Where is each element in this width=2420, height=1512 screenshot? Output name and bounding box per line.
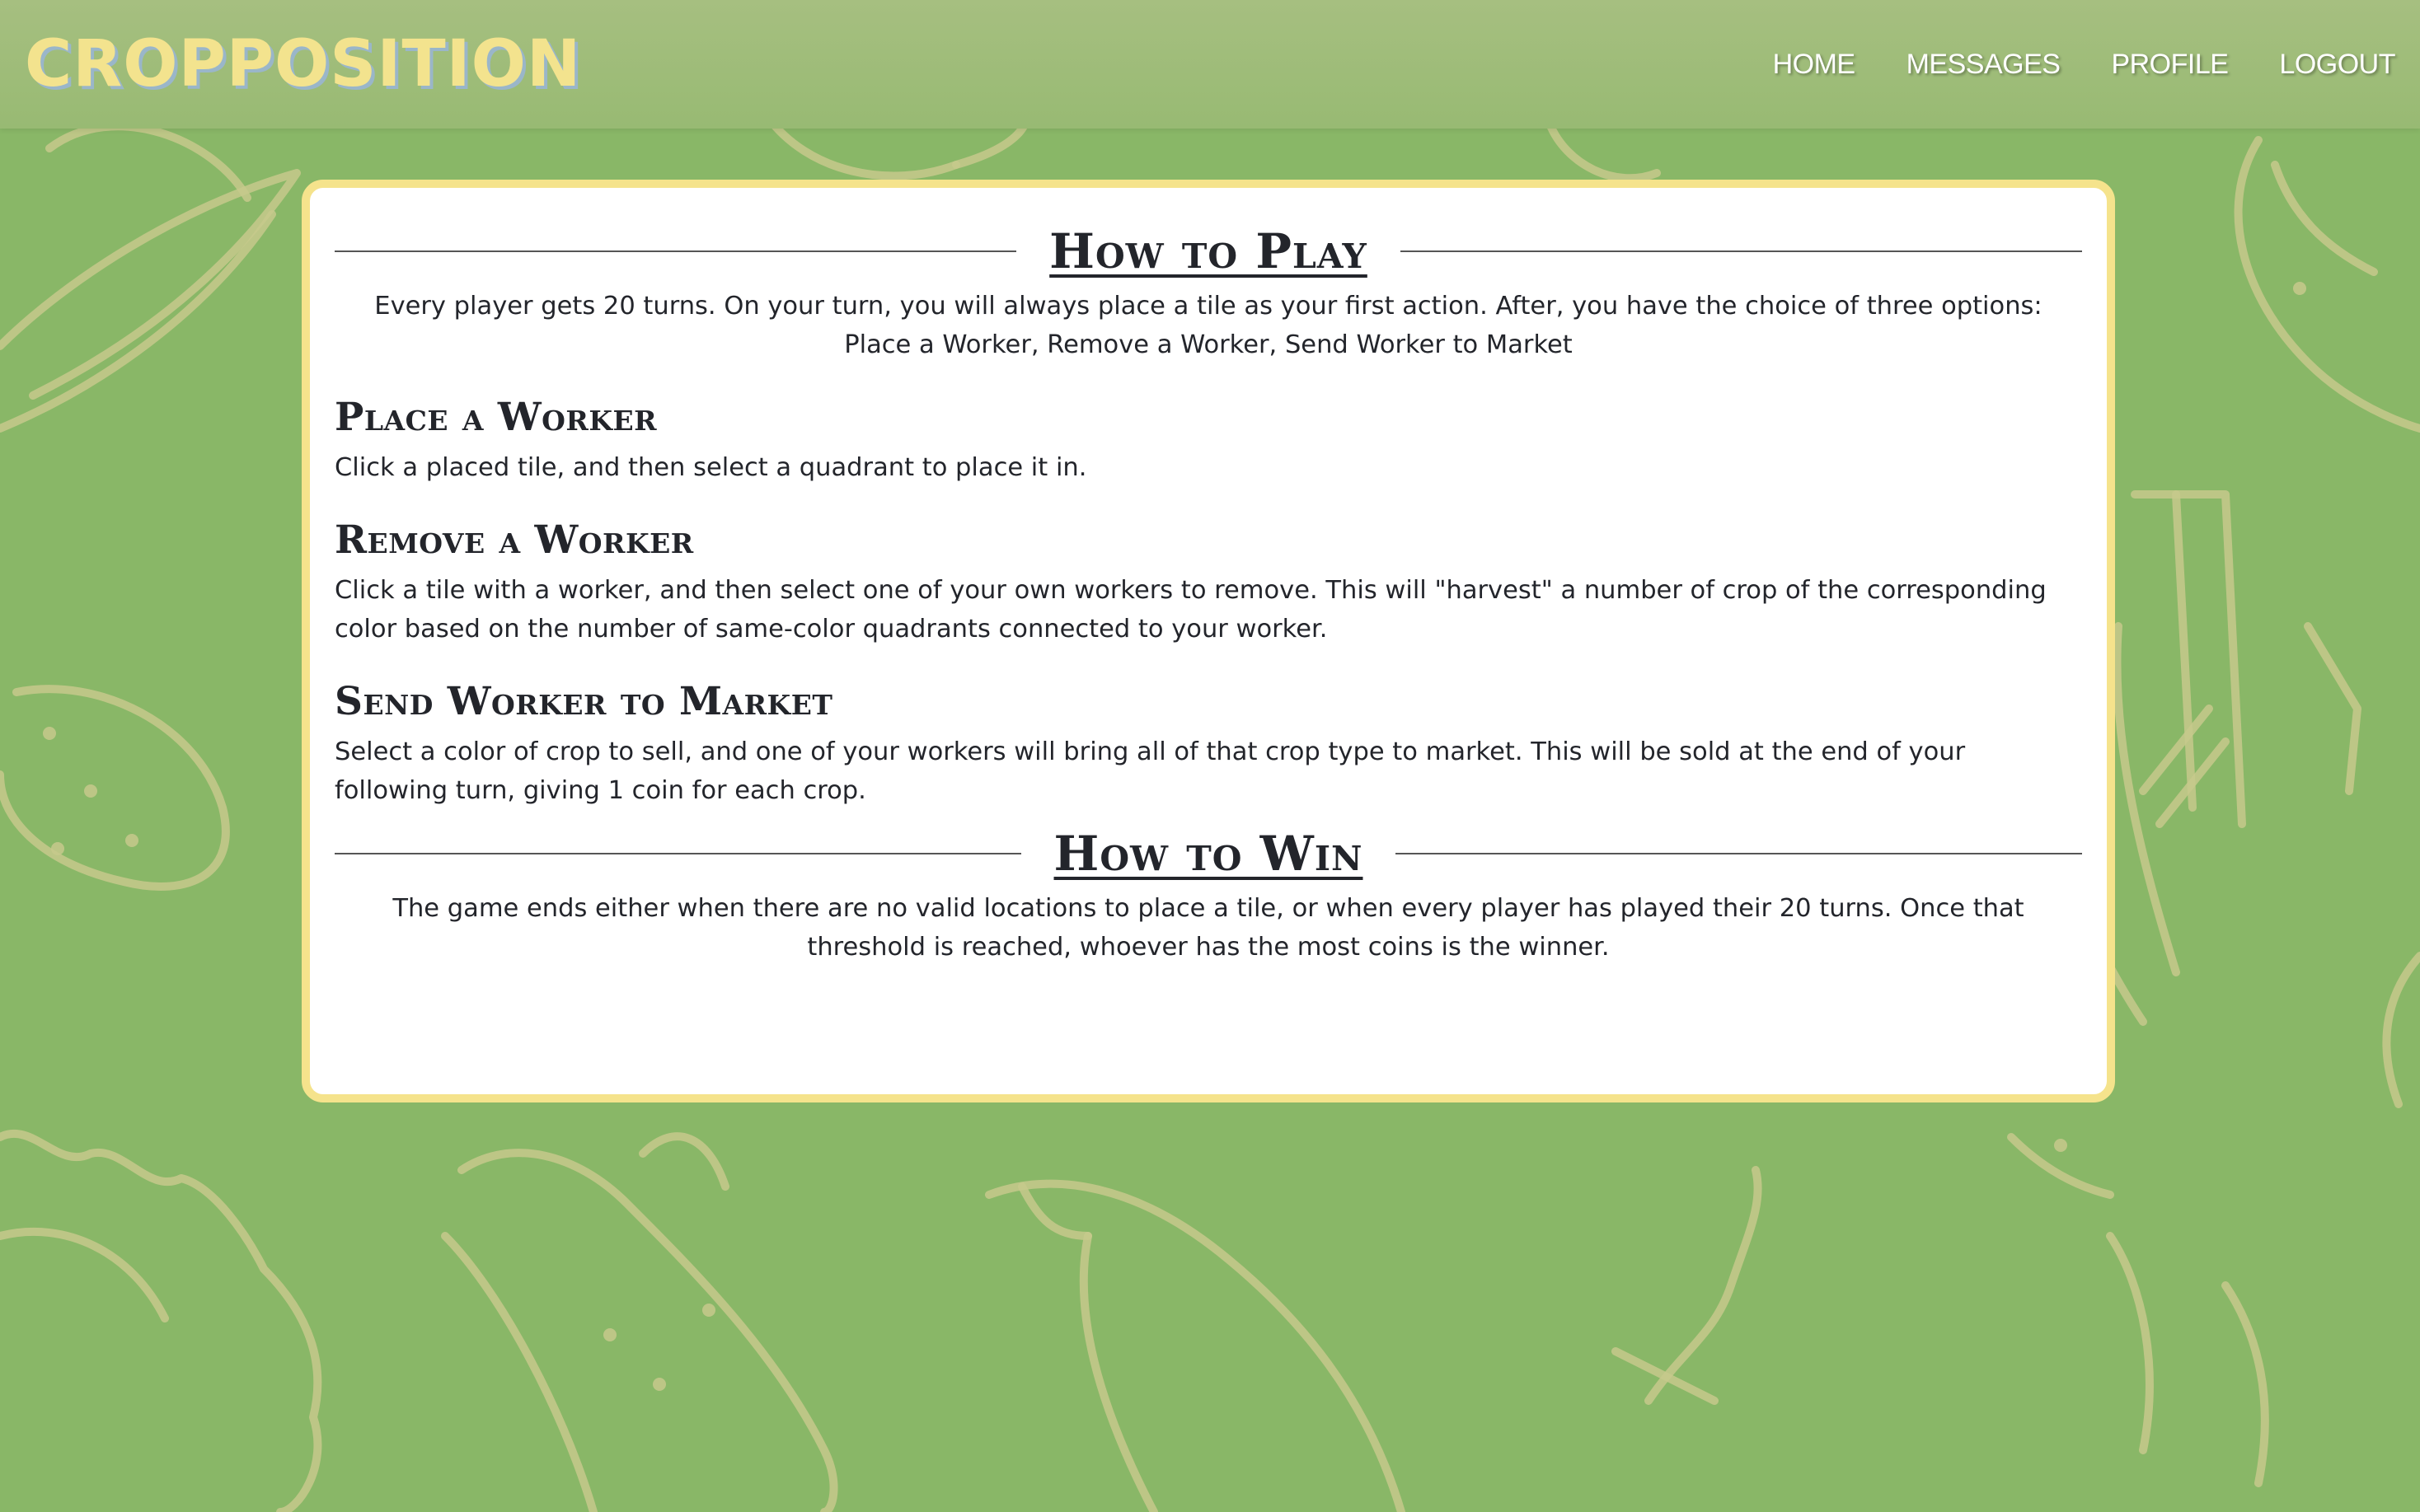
place-worker-title: Place a Worker — [335, 395, 658, 440]
remove-worker-title: Remove a Worker — [335, 517, 694, 563]
nav-home-link[interactable]: HOME — [1773, 41, 1856, 87]
nav-links: HOME MESSAGES PROFILE LOGOUT — [1773, 41, 2396, 87]
divider-left — [335, 250, 1017, 252]
how-to-win-text: The game ends either when there are no v… — [392, 894, 2024, 962]
send-worker-title: Send Worker to Market — [335, 679, 833, 724]
remove-worker-text: Click a tile with a worker, and then sel… — [335, 576, 2047, 644]
divider-right — [1400, 250, 2082, 252]
divider-right — [1395, 853, 2082, 854]
nav-logout-link[interactable]: LOGOUT — [2279, 41, 2395, 87]
send-worker-text: Select a color of crop to sell, and one … — [335, 737, 1966, 805]
potato-doodle-icon — [0, 685, 230, 891]
nav-profile-link[interactable]: PROFILE — [2111, 41, 2228, 87]
divider-left — [335, 853, 1021, 854]
corn-doodle-icon — [441, 1132, 838, 1512]
cucumber-doodle-icon — [985, 1179, 1405, 1512]
how-to-play-intro: Every player gets 20 turns. On your turn… — [374, 292, 2042, 359]
how-to-play-title: How to Play — [1049, 223, 1367, 279]
eggplant-doodle-icon — [2234, 136, 2420, 433]
how-to-win-title: How to Win — [1053, 826, 1363, 882]
nav-messages-link[interactable]: MESSAGES — [1906, 41, 2061, 87]
corn-doodle-icon — [0, 122, 301, 433]
eggplant-doodle-icon — [1611, 1166, 2269, 1487]
lettuce-doodle-icon — [0, 1129, 322, 1512]
place-worker-text: Click a placed tile, and then select a q… — [335, 453, 1087, 482]
top-navbar: CROPPOSITION HOME MESSAGES PROFILE LOGOU… — [0, 0, 2420, 129]
brand-logo[interactable]: CROPPOSITION — [25, 23, 581, 105]
rules-card: How to Play Every player gets 20 turns. … — [302, 180, 2115, 1102]
how-to-play-header: How to Play — [335, 224, 2082, 279]
how-to-win-header: How to Win — [335, 826, 2082, 881]
